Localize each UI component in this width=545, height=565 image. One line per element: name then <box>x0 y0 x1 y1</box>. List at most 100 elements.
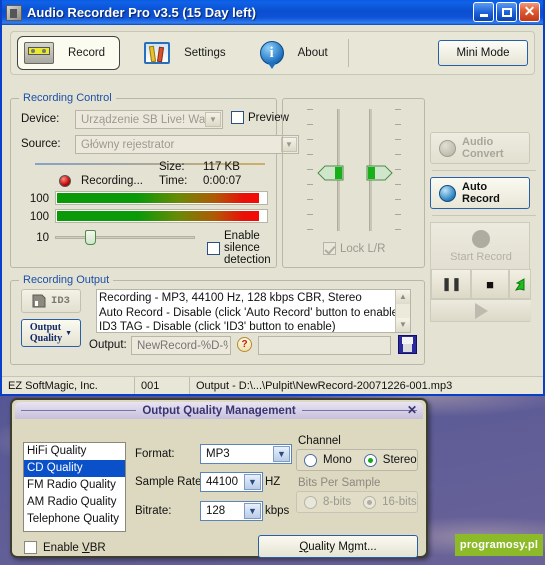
device-value: Urządzenie SB Live! Wave <box>81 113 218 126</box>
title-bar: Audio Recorder Pro v3.5 (15 Day left) ✕ <box>2 0 543 25</box>
app-icon <box>6 4 22 21</box>
volume-slider-right[interactable] <box>363 109 393 231</box>
format-value: MP3 <box>206 448 230 460</box>
quality-mgmt-button[interactable]: Quality Mgmt... <box>258 535 418 558</box>
transport-controls: Start Record ❚❚ ■ <box>430 222 531 322</box>
source-select[interactable]: Główny rejestrator ▼ <box>75 135 299 154</box>
vbr-text-post: BR <box>89 541 106 554</box>
panel-divider <box>432 170 536 171</box>
output-field-label: Output: <box>89 339 127 351</box>
silence-checkbox-wrap[interactable]: Enable silence detection <box>207 230 276 266</box>
dialog-body: HiFi Quality CD Quality FM Radio Quality… <box>15 419 423 558</box>
list-item[interactable]: Telephone Quality <box>24 511 125 528</box>
format-select[interactable]: MP3 ▼ <box>200 444 292 464</box>
size-label: Size: <box>159 161 185 173</box>
slider-track <box>55 236 195 239</box>
scroll-down-icon[interactable]: ▼ <box>396 318 410 332</box>
quality-preset-list[interactable]: HiFi Quality CD Quality FM Radio Quality… <box>23 442 126 532</box>
quality-mgmt-label: uality Mgmt... <box>308 540 377 553</box>
scroll-up-icon[interactable]: ▲ <box>396 290 410 304</box>
channel-group: Mono Stereo <box>296 449 418 471</box>
chevron-down-icon: ▼ <box>244 503 261 519</box>
dialog-close-icon[interactable]: ✕ <box>407 403 417 418</box>
help-icon[interactable]: ? <box>237 337 252 352</box>
close-button[interactable]: ✕ <box>519 2 540 22</box>
status-bar: EZ SoftMagic, Inc. 001 Output - D:\...\P… <box>2 376 543 394</box>
output-quality-button[interactable]: Output Quality ▼ <box>21 319 81 347</box>
mini-mode-button[interactable]: Mini Mode <box>438 40 528 66</box>
minimize-button[interactable] <box>473 2 494 22</box>
tab-about[interactable]: i About <box>250 36 338 70</box>
output-folder-input[interactable] <box>258 336 391 355</box>
audio-convert-button[interactable]: Audio Convert <box>430 132 530 164</box>
window-buttons: ✕ <box>473 2 540 22</box>
cassette-icon <box>24 42 54 64</box>
source-label: Source: <box>21 138 61 150</box>
enable-silence-detection-checkbox[interactable] <box>207 241 220 255</box>
lock-lr-checkbox <box>323 242 336 255</box>
device-select[interactable]: Urządzenie SB Live! Wave ▼ <box>75 110 223 129</box>
tab-record[interactable]: Record <box>17 36 121 70</box>
meter-left-value: 100 <box>29 193 49 205</box>
lock-lr-label: Lock L/R <box>340 242 386 255</box>
volume-slider-left[interactable] <box>317 109 345 231</box>
start-record-button[interactable]: Start Record <box>431 223 531 269</box>
source-value: Główny rejestrator <box>81 138 175 151</box>
preview-checkbox[interactable] <box>231 111 244 124</box>
minimize-icon <box>479 13 488 17</box>
convert-icon <box>439 139 456 157</box>
quality-mgmt-mnemonic: Q <box>299 540 309 553</box>
stop-button[interactable]: ■ <box>471 269 509 299</box>
auto-record-line2: Record <box>462 193 500 205</box>
mono-radio[interactable] <box>304 453 317 467</box>
time-value: 0:00:07 <box>203 175 242 187</box>
slider-thumb[interactable] <box>85 230 96 245</box>
pause-button[interactable]: ❚❚ <box>431 269 471 299</box>
status-counter: 001 <box>134 377 189 394</box>
bitrate-select[interactable]: 128 ▼ <box>200 501 263 521</box>
silence-threshold-slider[interactable] <box>55 230 195 245</box>
open-folder-button[interactable] <box>509 269 531 299</box>
tab-settings-label: Settings <box>184 47 226 59</box>
volume-panel: Lock L/R <box>282 98 425 268</box>
list-item[interactable]: AM Radio Quality <box>24 494 125 511</box>
status-output-path: Output - D:\...\Pulpit\NewRecord-2007122… <box>189 377 543 394</box>
green-arrow-icon <box>514 277 524 291</box>
maximize-icon <box>501 7 512 17</box>
main-window: Audio Recorder Pro v3.5 (15 Day left) ✕ … <box>0 0 545 396</box>
tab-settings[interactable]: Settings <box>134 36 236 70</box>
vbr-text-mnemonic: V <box>82 541 90 554</box>
tab-record-label: Record <box>68 47 106 59</box>
stereo-label: Stereo <box>382 454 417 466</box>
maximize-button[interactable] <box>496 2 517 22</box>
id3-button[interactable]: ID3 <box>21 289 81 313</box>
bits-per-sample-label: Bits Per Sample <box>298 477 381 489</box>
save-icon[interactable] <box>398 335 417 354</box>
size-value: 117 KB <box>203 161 240 173</box>
audio-convert-line2: Convert <box>462 148 504 160</box>
list-item[interactable]: CD Quality <box>24 460 125 477</box>
output-filename-input[interactable] <box>131 336 231 355</box>
recording-output-title: Recording Output <box>19 274 114 286</box>
list-item[interactable]: HiFi Quality <box>24 443 125 460</box>
enable-silence-detection-label: Enable silence detection <box>224 230 271 266</box>
list-item[interactable]: FM Radio Quality <box>24 477 125 494</box>
audio-convert-line1: Audio <box>462 136 494 148</box>
status-log-listbox[interactable]: Recording - MP3, 44100 Hz, 128 kbps CBR,… <box>96 289 411 333</box>
status-company: EZ SoftMagic, Inc. <box>8 379 98 392</box>
silence-threshold-value: 10 <box>36 232 49 244</box>
start-record-label: Start Record <box>450 250 512 263</box>
log-scrollbar[interactable]: ▲ ▼ <box>395 290 410 332</box>
volume-thumb-right[interactable] <box>351 165 393 181</box>
enable-vbr-checkbox[interactable] <box>24 541 37 554</box>
sample-rate-select[interactable]: 44100 ▼ <box>200 472 263 492</box>
auto-record-button[interactable]: Auto Record <box>430 177 530 209</box>
bitrate-unit: kbps <box>265 505 290 517</box>
recording-indicator-icon <box>59 175 71 187</box>
recording-status-label: Recording... <box>81 175 144 187</box>
tick-marks-right <box>395 109 401 231</box>
play-button[interactable] <box>431 299 531 321</box>
enable-vbr-wrap[interactable]: Enable VBR <box>24 541 106 554</box>
preview-checkbox-wrap[interactable]: Preview <box>231 111 289 124</box>
stereo-radio[interactable] <box>363 453 377 467</box>
